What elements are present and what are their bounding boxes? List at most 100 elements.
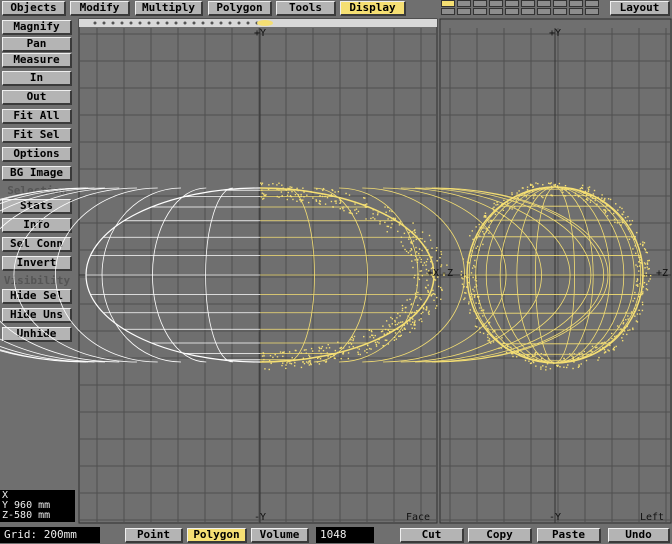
- mesh-point: [343, 209, 345, 212]
- sphere-point: [516, 192, 518, 194]
- sphere-point: [626, 223, 628, 226]
- mesh-point: [426, 307, 428, 309]
- sphere-point: [470, 272, 473, 274]
- mesh-point: [336, 351, 339, 354]
- sphere-point: [634, 291, 636, 294]
- edit-copy-button[interactable]: Copy: [468, 528, 532, 543]
- sphere-point: [573, 361, 575, 363]
- sphere-point: [621, 337, 623, 339]
- sphere-point: [643, 275, 646, 277]
- mesh-point: [339, 347, 341, 349]
- sphere-point: [622, 319, 624, 322]
- mesh-point: [337, 190, 340, 193]
- mesh-point: [372, 334, 374, 337]
- mesh-point: [309, 361, 311, 363]
- sphere-point: [461, 283, 464, 285]
- mesh-point: [390, 219, 393, 222]
- sphere-point: [621, 207, 623, 210]
- sphere-point: [573, 353, 576, 355]
- sphere-point: [633, 297, 636, 300]
- mesh-point: [339, 199, 342, 202]
- mesh-point: [401, 309, 404, 312]
- mesh-point: [286, 194, 289, 196]
- mesh-point: [330, 200, 333, 203]
- sphere-point: [469, 296, 472, 298]
- mesh-point: [319, 357, 322, 360]
- mesh-point: [281, 364, 283, 367]
- mesh-point: [293, 365, 296, 367]
- sphere-point: [475, 247, 477, 249]
- edit-cut-button[interactable]: Cut: [400, 528, 464, 543]
- sphere-point: [640, 291, 642, 294]
- mesh-point: [328, 347, 331, 349]
- sphere-point: [621, 213, 623, 215]
- mesh-point: [358, 348, 360, 350]
- edit-undo-button[interactable]: Undo: [608, 528, 670, 543]
- sphere-point: [593, 189, 596, 192]
- mode-point-button[interactable]: Point: [125, 528, 183, 543]
- sphere-point: [526, 354, 528, 356]
- mesh-point: [380, 330, 383, 333]
- mesh-point: [342, 206, 345, 208]
- mesh-point: [315, 199, 317, 201]
- mesh-point: [440, 250, 442, 253]
- mesh-point: [435, 305, 438, 307]
- mesh-point: [316, 357, 319, 360]
- sphere-point: [505, 351, 508, 354]
- sphere-point: [563, 195, 565, 197]
- sphere-point: [475, 226, 477, 228]
- mesh-point: [415, 251, 418, 253]
- mesh-point: [331, 189, 334, 192]
- sphere-point: [524, 194, 526, 196]
- sphere-point: [638, 265, 641, 267]
- mesh-point: [340, 357, 342, 360]
- mode-polygon-button[interactable]: Polygon: [187, 528, 247, 543]
- mesh-point: [366, 344, 369, 346]
- mesh-point: [420, 312, 423, 315]
- sphere-point: [572, 356, 574, 359]
- sphere-point: [474, 259, 476, 262]
- mesh-point: [355, 212, 358, 215]
- sphere-point: [553, 184, 555, 186]
- mesh-point: [307, 362, 309, 364]
- sphere-point: [586, 355, 588, 357]
- mesh-point: [262, 352, 264, 354]
- sphere-point: [483, 323, 485, 325]
- mesh-point: [366, 206, 369, 208]
- timeline-tick: [93, 21, 97, 25]
- viewport-area[interactable]: [0, 0, 672, 544]
- sphere-point: [503, 203, 505, 205]
- mesh-point: [311, 350, 314, 352]
- mesh-point: [385, 214, 387, 216]
- sphere-point: [495, 204, 497, 206]
- sphere-point: [639, 313, 641, 315]
- sphere-point: [512, 355, 514, 358]
- sphere-point: [638, 261, 640, 263]
- mesh-point: [397, 230, 399, 233]
- sphere-point: [563, 366, 565, 368]
- mesh-point: [379, 223, 381, 225]
- sphere-point: [490, 220, 492, 222]
- mesh-point: [352, 345, 354, 348]
- sphere-point: [551, 195, 553, 197]
- mode-volume-button[interactable]: Volume: [251, 528, 309, 543]
- mesh-point: [323, 360, 325, 362]
- mesh-point: [432, 289, 434, 292]
- mesh-point: [370, 217, 372, 220]
- sphere-point: [612, 347, 615, 350]
- timeline-tick: [111, 21, 115, 25]
- sphere-point: [488, 232, 490, 234]
- sphere-point: [505, 347, 507, 349]
- left-axis-right: +Z: [656, 268, 669, 279]
- sphere-point: [604, 212, 607, 214]
- mesh-point: [374, 334, 376, 337]
- mesh-point: [316, 361, 319, 363]
- mesh-point: [262, 360, 264, 363]
- sphere-point: [493, 209, 495, 211]
- mesh-point: [412, 266, 414, 269]
- edit-paste-button[interactable]: Paste: [537, 528, 601, 543]
- sphere-point: [649, 278, 651, 280]
- sphere-point: [611, 337, 613, 340]
- mesh-point: [366, 203, 368, 205]
- sphere-point: [630, 223, 632, 226]
